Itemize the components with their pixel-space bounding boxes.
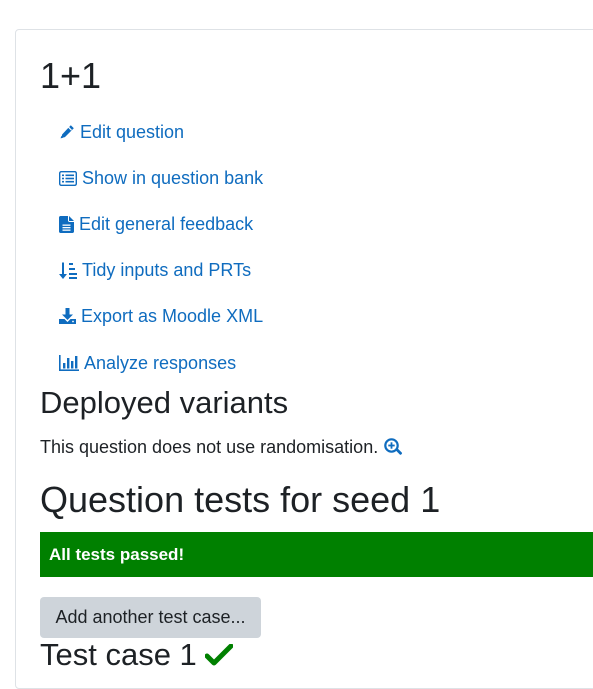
- test-case-title: Test case 1: [40, 637, 197, 672]
- no-randomisation-text: This question does not use randomisation…: [40, 437, 379, 457]
- zoom-in-icon[interactable]: [384, 437, 403, 457]
- show-in-question-bank-link[interactable]: Show in question bank: [59, 166, 263, 190]
- check-icon: [204, 644, 233, 666]
- all-tests-passed-banner: All tests passed!: [40, 532, 593, 577]
- download-icon: [59, 308, 76, 324]
- sort-numeric-icon: [59, 262, 77, 279]
- edit-general-feedback-link[interactable]: Edit general feedback: [59, 212, 253, 236]
- export-moodle-xml-link[interactable]: Export as Moodle XML: [59, 304, 263, 328]
- analyze-responses-label: Analyze responses: [84, 353, 237, 373]
- edit-question-label: Edit question: [80, 122, 185, 142]
- question-tests-heading: Question tests for seed 1: [40, 479, 441, 520]
- tidy-inputs-label: Tidy inputs and PRTs: [82, 260, 252, 280]
- add-test-case-button[interactable]: Add another test case...: [40, 597, 261, 638]
- edit-general-feedback-label: Edit general feedback: [79, 214, 254, 234]
- pencil-icon: [59, 124, 75, 140]
- deployed-variants-heading: Deployed variants: [40, 385, 289, 420]
- show-in-question-bank-label: Show in question bank: [82, 168, 264, 188]
- question-title: 1+1: [40, 55, 102, 96]
- export-moodle-xml-label: Export as Moodle XML: [81, 306, 264, 326]
- tidy-inputs-link[interactable]: Tidy inputs and PRTs: [59, 258, 251, 282]
- test-case-heading: Test case 1: [40, 636, 233, 674]
- file-text-icon: [59, 215, 74, 233]
- list-icon: [59, 170, 77, 186]
- analyze-responses-link[interactable]: Analyze responses: [59, 351, 236, 375]
- bar-chart-icon: [59, 355, 79, 371]
- no-randomisation-message: This question does not use randomisation…: [40, 436, 403, 458]
- edit-question-link[interactable]: Edit question: [59, 120, 184, 144]
